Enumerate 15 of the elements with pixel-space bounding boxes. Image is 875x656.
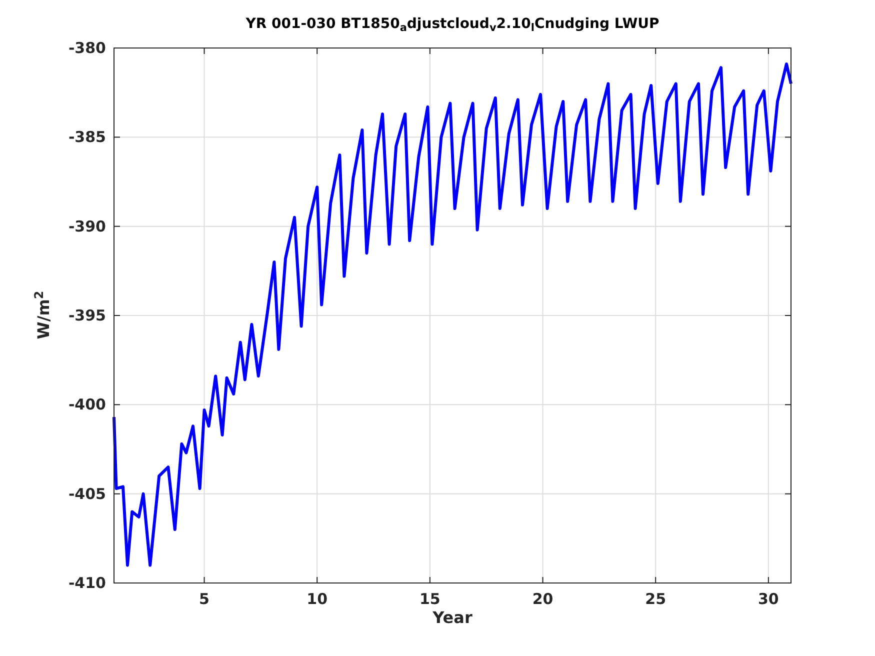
x-tick-label: 20 — [532, 590, 554, 608]
y-tick-label: -395 — [68, 306, 106, 324]
chart-title: YR 001-030 BT1850$_{a}$djustcloud$_{v}$2.10$_{l}$Cnudging LWUP — [244, 15, 660, 35]
x-tick-label: 25 — [645, 590, 666, 608]
x-tick-label: 5 — [199, 590, 210, 608]
y-tick-label: -410 — [68, 574, 106, 592]
y-tick-label: -405 — [68, 484, 106, 503]
y-tick-label: -400 — [68, 396, 106, 414]
y-tick-label: -390 — [68, 217, 106, 236]
x-axis-label: Year — [432, 607, 474, 629]
x-tick-label: 30 — [758, 590, 779, 608]
x-tick-label: 10 — [306, 590, 328, 608]
y-tick-label: -380 — [68, 39, 106, 57]
x-tick-label: 15 — [420, 590, 440, 608]
y-tick-label: -385 — [68, 128, 106, 146]
